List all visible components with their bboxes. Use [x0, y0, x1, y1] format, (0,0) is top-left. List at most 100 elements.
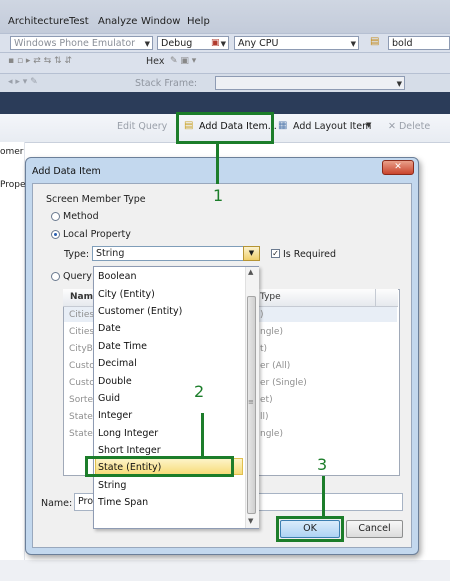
grid-row-type[interactable]: er (Single): [260, 378, 307, 388]
cancel-label: Cancel: [358, 523, 391, 534]
configuration-combo-label: Debug: [161, 38, 193, 49]
dropdown-item[interactable]: Date: [98, 323, 121, 334]
panel-item[interactable]: omer: [0, 147, 24, 157]
grid-row-type[interactable]: ngle): [260, 327, 283, 337]
menu-bar: Architecture Test Analyze Window Help: [0, 0, 450, 33]
find-in-files-icon[interactable]: ▤: [370, 36, 379, 47]
callout-number-1: 1: [213, 186, 224, 205]
stack-frame-toolbar: ◂ ▸ ▾ ✎ Stack Frame: ▼: [0, 73, 450, 93]
toolbar-icon[interactable]: ◂ ▸ ▾ ✎: [8, 77, 38, 87]
checkmark-icon: ✓: [272, 249, 279, 258]
status-area: [0, 560, 450, 581]
type-dropdown-button[interactable]: ▼: [243, 246, 260, 261]
stack-frame-combo[interactable]: ▼: [215, 76, 405, 90]
emulator-combo[interactable]: Windows Phone Emulator ▼: [10, 36, 153, 50]
grid-row-type[interactable]: ll): [260, 412, 269, 422]
grid-row-name[interactable]: Custo: [69, 361, 95, 371]
menu-window[interactable]: Window: [141, 16, 180, 27]
method-label: Method: [63, 211, 99, 222]
stack-frame-label: Stack Frame:: [135, 78, 198, 89]
query-label: Query: [63, 271, 92, 282]
local-property-label: Local Property: [63, 229, 131, 240]
dropdown-item[interactable]: Long Integer: [98, 428, 158, 439]
is-required-checkbox[interactable]: ✓: [271, 249, 280, 258]
screen-members-panel: [0, 142, 25, 581]
dropdown-item[interactable]: Short Integer: [98, 445, 161, 456]
callout-line-1: [216, 144, 219, 184]
menu-help[interactable]: Help: [187, 16, 210, 27]
panel-item[interactable]: Prope: [0, 180, 26, 190]
grid-row-name[interactable]: Sorte: [69, 395, 93, 405]
callout-line-2: [201, 413, 204, 457]
local-property-radio[interactable]: [51, 230, 60, 239]
callout-box-2: [85, 456, 234, 477]
toolbar-icon[interactable]: ✎ ▣ ▾: [170, 56, 196, 66]
grid-row-name[interactable]: Cities: [69, 310, 94, 320]
scroll-up-icon[interactable]: ▲: [248, 268, 253, 276]
grid-row-type[interactable]: ngle): [260, 429, 283, 439]
standard-toolbar: Windows Phone Emulator ▼ Debug ▼ ▣ Any CPU…: [0, 33, 450, 52]
dropdown-item[interactable]: Guid: [98, 393, 120, 404]
callout-box-1: [176, 112, 274, 144]
chevron-down-icon[interactable]: ▼: [366, 121, 371, 129]
grid-row-name[interactable]: Custo: [69, 378, 95, 388]
edit-query-button[interactable]: Edit Query: [117, 121, 167, 132]
callout-box-3: [276, 516, 344, 542]
dropdown-item[interactable]: Time Span: [98, 497, 148, 508]
dropdown-item[interactable]: City (Entity): [98, 289, 155, 300]
dropdown-item[interactable]: String: [98, 480, 126, 491]
query-radio[interactable]: [51, 272, 60, 281]
callout-number-2: 2: [194, 382, 205, 401]
dropdown-item[interactable]: Customer (Entity): [98, 306, 182, 317]
name-input-value: Pro: [78, 496, 94, 507]
grid-row-type[interactable]: t): [260, 344, 267, 354]
type-combo[interactable]: String: [92, 246, 260, 261]
grid-row-type[interactable]: et): [260, 395, 273, 405]
dropdown-item[interactable]: Boolean: [98, 271, 136, 282]
find-combo[interactable]: bold: [388, 36, 450, 50]
method-radio[interactable]: [51, 212, 60, 221]
grid-row-type[interactable]: ): [260, 310, 264, 320]
document-tab-bar: [0, 92, 450, 114]
menu-architecture[interactable]: Architecture: [8, 16, 69, 27]
chevron-down-icon: ▼: [396, 80, 402, 88]
emulator-combo-label: Windows Phone Emulator: [14, 38, 136, 49]
chevron-down-icon: ▼: [144, 40, 150, 48]
delete-label: Delete: [398, 121, 431, 132]
grid-row-type[interactable]: er (All): [260, 361, 290, 371]
menu-test[interactable]: Test: [69, 16, 89, 27]
chevron-down-icon: ▼: [350, 40, 356, 48]
cancel-button[interactable]: Cancel: [346, 520, 403, 538]
menu-analyze[interactable]: Analyze: [98, 16, 137, 27]
platform-combo-label: Any CPU: [238, 38, 279, 49]
close-button[interactable]: ✕: [382, 160, 414, 175]
grip-icon: ≡: [248, 398, 254, 406]
dialog-title: Add Data Item: [32, 166, 101, 177]
chevron-down-icon: ▼: [220, 40, 226, 48]
close-icon: ✕: [394, 162, 402, 172]
name-label: Name:: [41, 498, 73, 509]
dropdown-item[interactable]: Integer: [98, 410, 132, 421]
is-required-label: Is Required: [283, 249, 337, 260]
add-layout-item-button[interactable]: Add Layout Item: [293, 121, 371, 132]
dropdown-item[interactable]: Date Time: [98, 341, 147, 352]
hex-button[interactable]: Hex: [146, 56, 164, 67]
grid-row-name[interactable]: Cities: [69, 327, 94, 337]
callout-line-3: [322, 476, 325, 517]
chevron-down-icon: ▼: [248, 249, 255, 257]
grid-divider: [375, 289, 376, 306]
dropdown-item[interactable]: Decimal: [98, 358, 137, 369]
add-layout-item-icon: ▦: [278, 120, 288, 131]
dropdown-item[interactable]: Double: [98, 376, 132, 387]
find-combo-label: bold: [392, 38, 413, 49]
screen-member-type-label: Screen Member Type: [46, 194, 146, 205]
debug-target-icon[interactable]: ▣: [211, 38, 220, 48]
toolbar-icon[interactable]: ▪ ▫ ▸ ⇄ ⇆ ⇅ ⇵: [8, 56, 72, 66]
grid-header-type[interactable]: Type: [260, 292, 281, 302]
debug-toolbar: ▪ ▫ ▸ ⇄ ⇆ ⇅ ⇵ Hex ✎ ▣ ▾: [0, 52, 450, 73]
platform-combo[interactable]: Any CPU ▼: [234, 36, 359, 50]
callout-number-3: 3: [317, 455, 328, 474]
type-combo-value: String: [96, 248, 125, 259]
scroll-down-icon[interactable]: ▼: [248, 517, 253, 525]
delete-button[interactable]: ✕ Delete: [388, 121, 430, 132]
